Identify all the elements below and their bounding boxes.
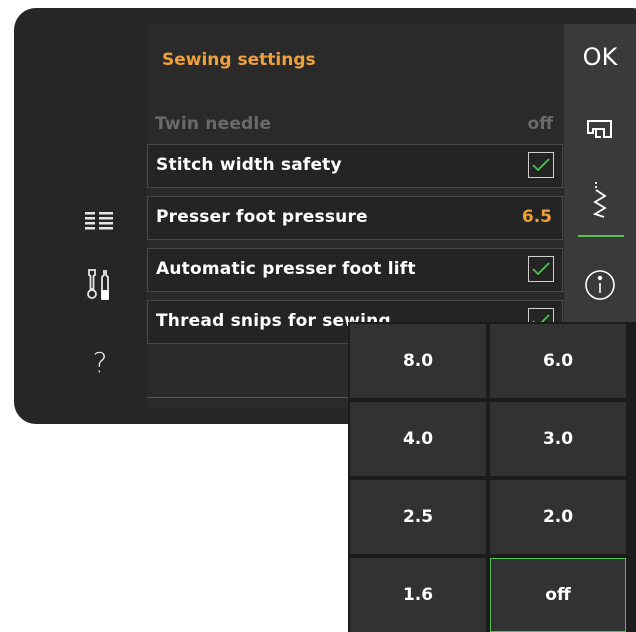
help-icon[interactable]: ? bbox=[80, 342, 120, 382]
option-3-0[interactable]: 3.0 bbox=[490, 402, 626, 476]
setting-automatic-presser-foot-lift[interactable]: Automatic presser foot lift bbox=[147, 248, 563, 292]
left-toolbar: ? bbox=[14, 8, 148, 424]
check-icon bbox=[532, 262, 550, 276]
setting-label: Twin needle bbox=[155, 114, 272, 134]
right-toolbar: OK bbox=[564, 24, 636, 324]
sewing-machine-icon[interactable] bbox=[564, 96, 636, 162]
option-1-6[interactable]: 1.6 bbox=[350, 558, 486, 632]
setting-label: Stitch width safety bbox=[156, 155, 342, 175]
ok-button[interactable]: OK bbox=[564, 24, 636, 90]
stitch-icon[interactable] bbox=[564, 166, 636, 232]
page-title: Sewing settings bbox=[162, 50, 316, 70]
ok-label: OK bbox=[582, 43, 618, 71]
option-2-0[interactable]: 2.0 bbox=[490, 480, 626, 554]
option-off[interactable]: off bbox=[490, 558, 626, 632]
checkbox[interactable] bbox=[528, 256, 554, 282]
value-picker-popup: 8.0 6.0 4.0 3.0 2.5 2.0 1.6 off bbox=[348, 322, 636, 632]
setting-presser-foot-pressure[interactable]: Presser foot pressure 6.5 bbox=[147, 196, 563, 240]
help-glyph: ? bbox=[92, 345, 108, 379]
setting-label: Automatic presser foot lift bbox=[156, 259, 416, 279]
option-8-0[interactable]: 8.0 bbox=[350, 324, 486, 398]
setting-stitch-width-safety[interactable]: Stitch width safety bbox=[147, 144, 563, 188]
setting-value: 6.5 bbox=[521, 207, 552, 227]
option-6-0[interactable]: 6.0 bbox=[490, 324, 626, 398]
setting-value: off bbox=[527, 114, 553, 134]
info-icon[interactable] bbox=[564, 252, 636, 318]
option-4-0[interactable]: 4.0 bbox=[350, 402, 486, 476]
check-icon bbox=[532, 158, 550, 172]
setting-twin-needle: Twin needle off bbox=[147, 104, 563, 148]
tools-icon[interactable] bbox=[80, 264, 120, 304]
checkbox[interactable] bbox=[528, 152, 554, 178]
active-indicator bbox=[578, 235, 624, 237]
setting-label: Presser foot pressure bbox=[156, 207, 368, 227]
option-2-5[interactable]: 2.5 bbox=[350, 480, 486, 554]
list-icon[interactable] bbox=[80, 202, 120, 242]
